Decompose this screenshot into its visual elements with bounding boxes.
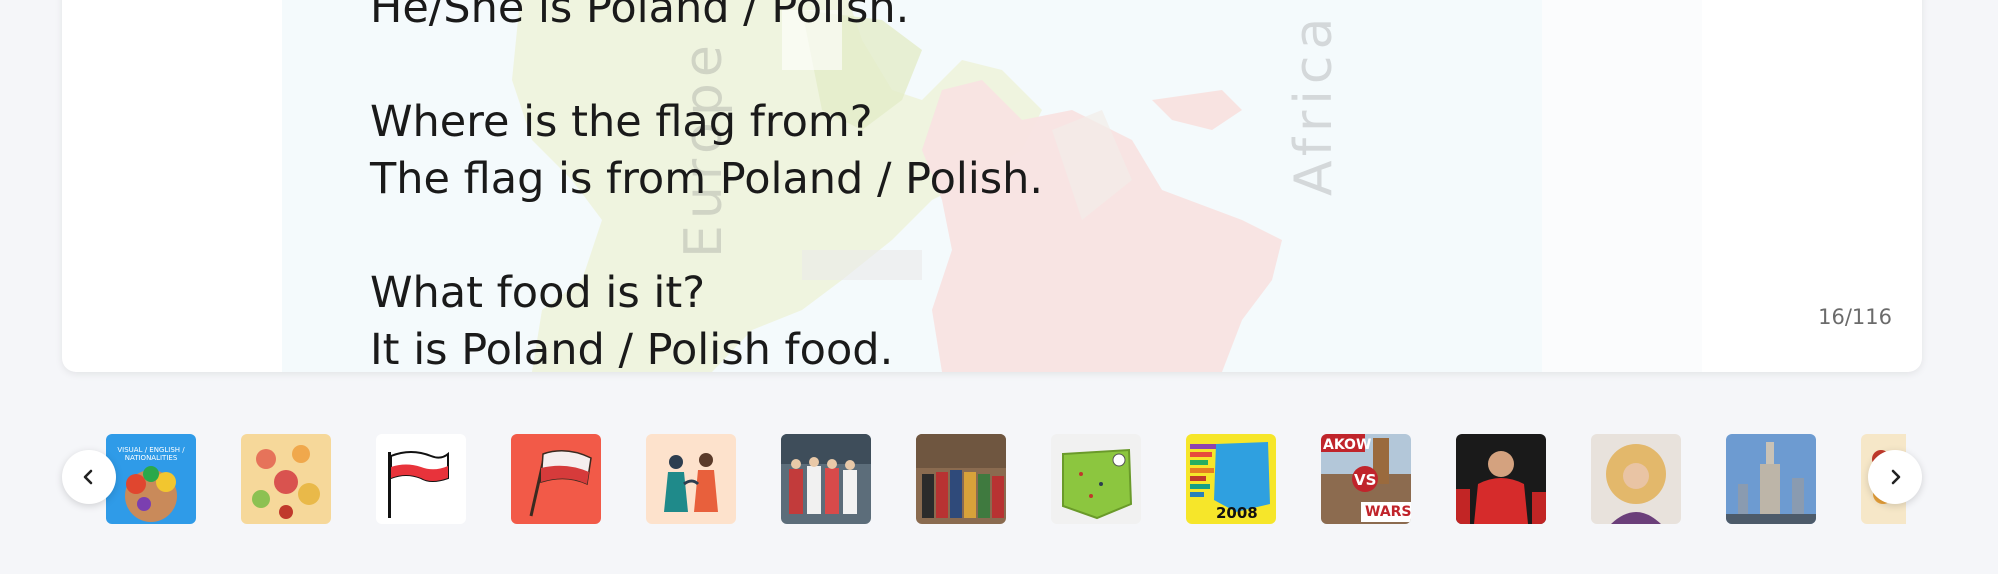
thumb-folk-dancers[interactable] — [781, 434, 871, 524]
page-counter: 16/116 — [1818, 305, 1892, 329]
chevron-left-icon — [83, 469, 93, 485]
thumb-football-player[interactable] — [1456, 434, 1546, 524]
thumb-food-map[interactable] — [241, 434, 331, 524]
slide-card: Europe Africa He/She is Poland / Polish.… — [62, 0, 1922, 372]
slide-line: What food is it? — [370, 268, 706, 318]
thumb-people[interactable] — [646, 434, 736, 524]
thumb-singer[interactable] — [1591, 434, 1681, 524]
thumb-map-game[interactable] — [1051, 434, 1141, 524]
thumbnail-list: VISUAL / ENGLISH / NATIONALITIES 2008 AK… — [106, 434, 1906, 526]
presentation-viewer: Europe Africa He/She is Poland / Polish.… — [0, 0, 1998, 574]
slide-text-block: He/She is Poland / Polish. Where is the … — [370, 0, 1470, 372]
slide-line: It is Poland / Polish food. — [370, 325, 894, 372]
slide-line: The flag is from Poland / Polish. — [370, 154, 1044, 204]
slide-canvas: Europe Africa He/She is Poland / Polish.… — [282, 0, 1702, 372]
thumb-palace-of-culture[interactable] — [1726, 434, 1816, 524]
thumb-krakow-vs-warsaw[interactable]: AKOW VS WARS — [1321, 434, 1411, 524]
thumbnail-strip: VISUAL / ENGLISH / NATIONALITIES 2008 AK… — [62, 430, 1922, 530]
slide-line: He/She is Poland / Polish. — [370, 0, 910, 33]
thumb-chart-2008[interactable]: 2008 — [1186, 434, 1276, 524]
thumb-flag-drawing[interactable] — [376, 434, 466, 524]
thumbnails-prev-button[interactable] — [62, 450, 116, 504]
thumbnail-caption: WARS — [1365, 504, 1411, 520]
thumbnail-caption: VISUAL / ENGLISH / NATIONALITIES — [117, 446, 185, 462]
slide-line: Where is the flag from? — [370, 97, 873, 147]
thumb-nationalities[interactable]: VISUAL / ENGLISH / NATIONALITIES — [106, 434, 196, 524]
chevron-right-icon — [1891, 469, 1901, 485]
thumbnail-caption: VS — [1354, 471, 1377, 489]
thumb-folk-group[interactable] — [916, 434, 1006, 524]
thumb-flag-red[interactable] — [511, 434, 601, 524]
thumbnail-caption: AKOW — [1323, 437, 1372, 453]
thumbnail-caption: 2008 — [1216, 504, 1258, 522]
thumbnails-next-button[interactable] — [1868, 450, 1922, 504]
